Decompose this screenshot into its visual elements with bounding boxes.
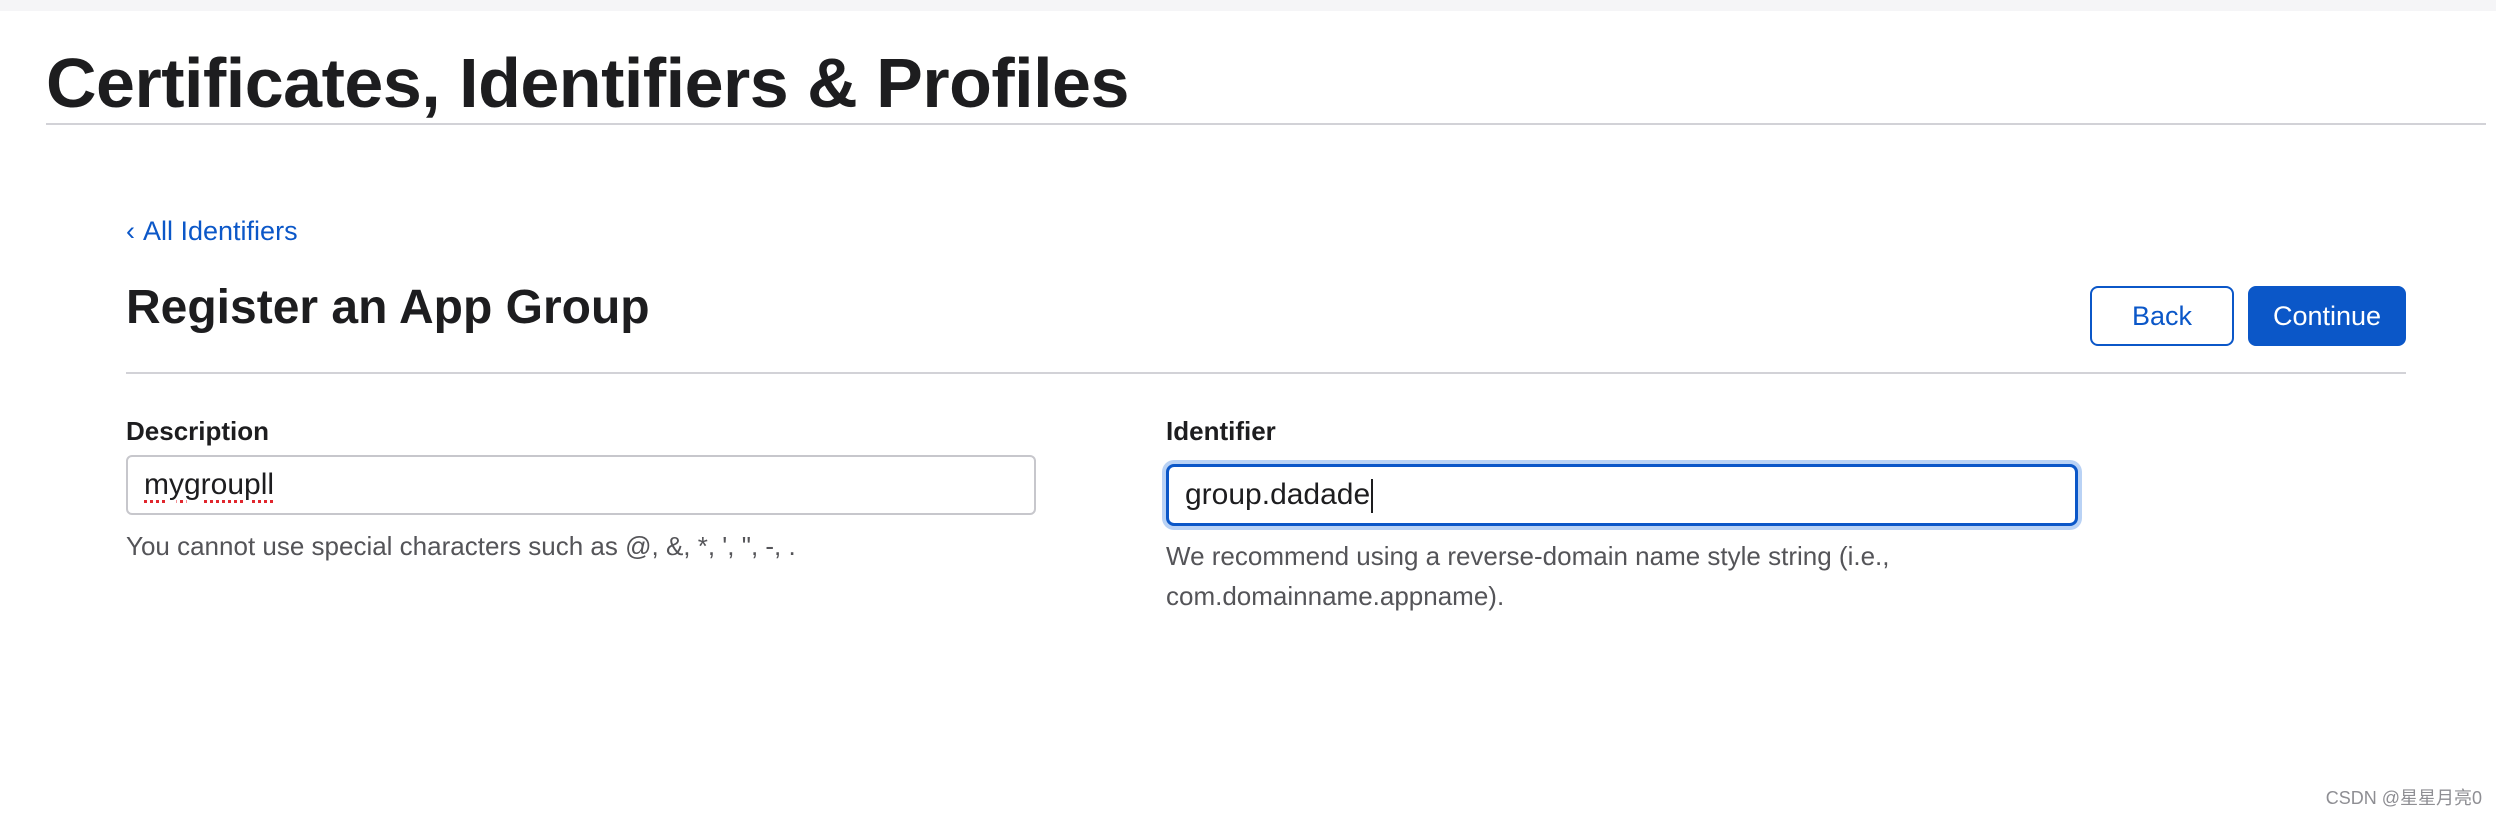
description-field[interactable]: mygroupll	[126, 455, 1036, 515]
identifier-label: Identifier	[1166, 416, 1276, 446]
all-identifiers-link[interactable]: ‹ All Identifiers	[126, 214, 298, 248]
section-title: Register an App Group	[126, 281, 650, 334]
chevron-left-icon: ‹	[126, 216, 135, 246]
identifier-field[interactable]: group.dadade	[1166, 464, 2078, 526]
all-identifiers-label: All Identifiers	[143, 216, 298, 246]
page-title: Certificates, Identifiers & Profiles	[46, 44, 1129, 122]
top-bar-strip	[0, 0, 2496, 11]
description-value: mygroupll	[144, 468, 275, 501]
title-divider	[46, 123, 2486, 125]
back-button[interactable]: Back	[2090, 286, 2234, 346]
section-divider	[126, 372, 2406, 374]
description-help-text: You cannot use special characters such a…	[126, 531, 796, 561]
identifier-value: group.dadade	[1185, 478, 1371, 511]
text-cursor	[1371, 479, 1374, 514]
continue-button[interactable]: Continue	[2248, 286, 2406, 346]
identifier-help-text: We recommend using a reverse-domain name…	[1166, 541, 1890, 611]
watermark: CSDN @星星月亮0	[2325, 788, 2482, 808]
description-label: Description	[126, 416, 270, 446]
